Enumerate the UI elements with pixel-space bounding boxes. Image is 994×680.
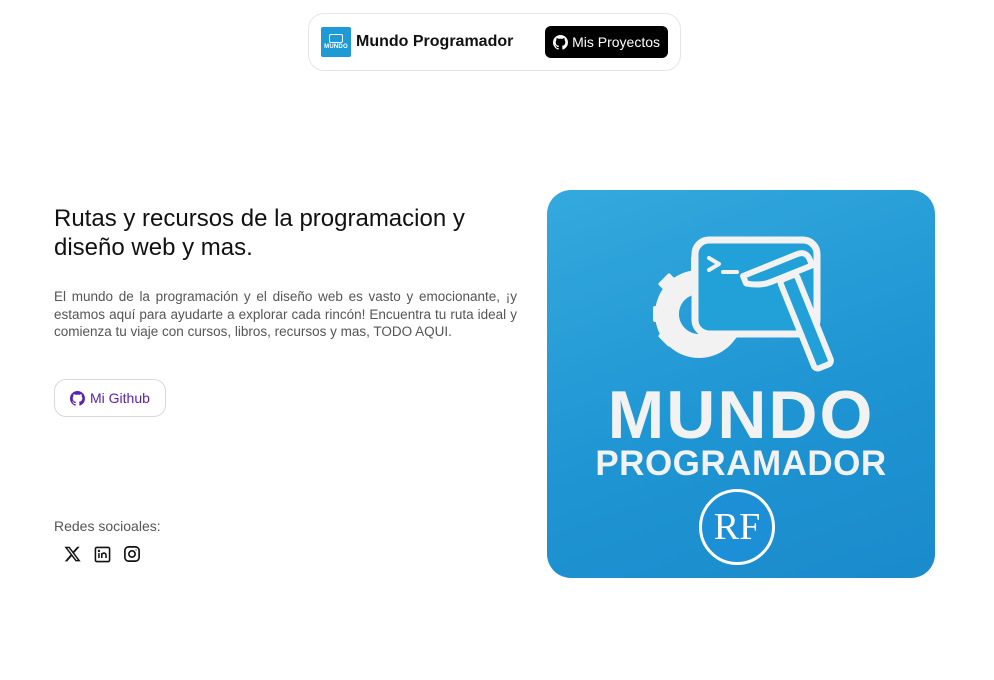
linkedin-icon[interactable] [92, 543, 112, 565]
hero-title: Rutas y recursos de la programacion y di… [54, 205, 465, 261]
github-button[interactable]: Mi Github [54, 379, 166, 417]
social-label: Redes socioales: [54, 518, 161, 534]
projects-button-label: Mis Proyectos [572, 34, 660, 50]
social-links [62, 543, 142, 565]
logo-word-mundo: MUNDO [607, 377, 875, 453]
navbar: MUNDO Mundo Programador Mis Proyectos [308, 13, 681, 71]
github-icon [70, 390, 85, 406]
x-icon[interactable] [62, 543, 82, 565]
instagram-icon[interactable] [122, 543, 142, 565]
logo-word-programador: PROGRAMADOR [595, 444, 887, 483]
brand-name[interactable]: Mundo Programador [356, 33, 513, 51]
logo-text: MUNDO [324, 44, 348, 50]
logo-window-icon [329, 34, 343, 43]
hero-description: El mundo de la programación y el diseño … [54, 289, 517, 339]
rf-badge: RF [699, 489, 775, 565]
brand-logo[interactable]: MUNDO [321, 27, 351, 57]
mundo-programador-logo-image: MUNDO PROGRAMADOR RF [547, 190, 935, 578]
code-window-hammer-icon [653, 236, 834, 372]
github-icon [553, 34, 569, 50]
github-button-label: Mi Github [90, 390, 150, 406]
projects-button[interactable]: Mis Proyectos [545, 26, 668, 58]
